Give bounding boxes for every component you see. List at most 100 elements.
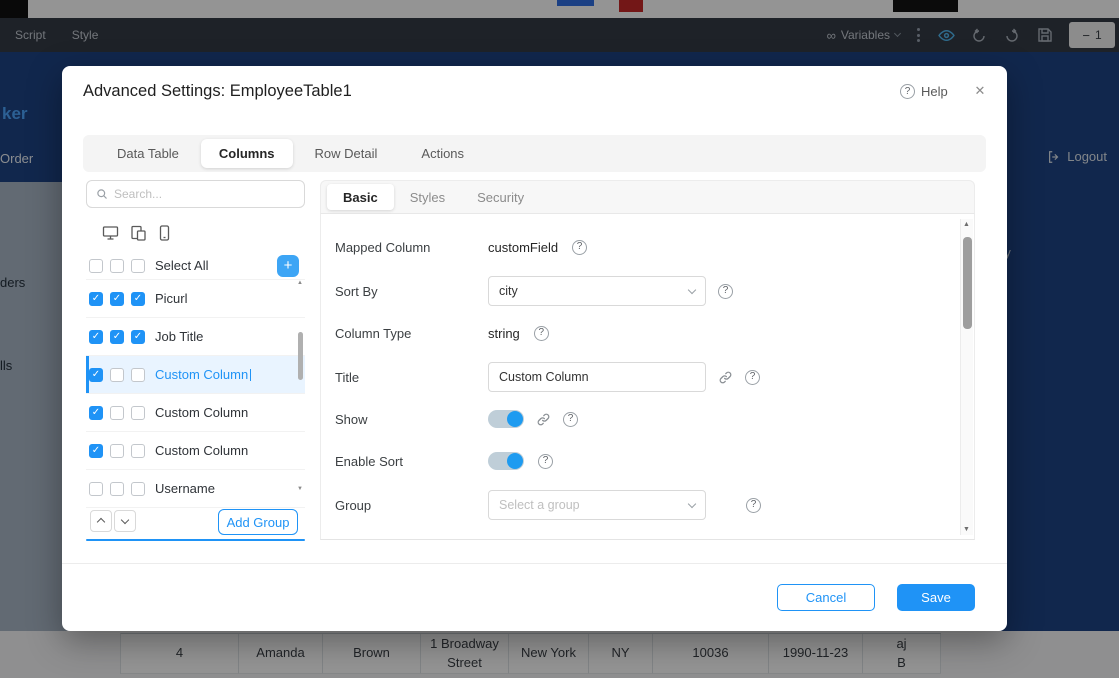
tab-basic[interactable]: Basic — [327, 184, 394, 210]
link-icon[interactable] — [718, 370, 733, 385]
checkbox[interactable] — [131, 482, 145, 496]
sort-by-select[interactable]: city — [488, 276, 706, 306]
chevron-down-icon — [688, 285, 696, 293]
question-icon[interactable] — [746, 498, 761, 513]
field-label: Enable Sort — [335, 454, 488, 469]
search-icon — [96, 188, 108, 200]
field-mapped-column: Mapped Column customField — [335, 232, 904, 262]
question-icon[interactable] — [534, 326, 549, 341]
save-button[interactable]: Save — [897, 584, 975, 611]
scroll-up-icon[interactable]: ▲ — [963, 221, 970, 228]
columns-panel: Select All Picurl Job Title Custom Column Cu… — [86, 180, 305, 542]
cancel-button[interactable]: Cancel — [777, 584, 875, 611]
checkbox[interactable] — [131, 368, 145, 382]
close-icon[interactable] — [970, 81, 990, 101]
group-select[interactable]: Select a group — [488, 490, 706, 520]
field-label: Sort By — [335, 284, 488, 299]
column-row[interactable]: Custom Column — [86, 432, 305, 470]
checkbox[interactable] — [110, 406, 124, 420]
checkbox[interactable] — [110, 482, 124, 496]
field-enable-sort: Enable Sort — [335, 446, 904, 476]
tab-data-table[interactable]: Data Table — [95, 139, 201, 168]
checkbox[interactable] — [89, 482, 103, 496]
column-row[interactable]: Select All — [86, 252, 305, 280]
link-icon[interactable] — [536, 412, 551, 427]
tab-row-detail[interactable]: Row Detail — [293, 139, 400, 168]
column-label: Custom Column — [155, 405, 248, 420]
chevron-down-icon — [121, 515, 129, 523]
question-icon[interactable] — [745, 370, 760, 385]
tab-actions[interactable]: Actions — [399, 139, 486, 168]
question-icon[interactable] — [718, 284, 733, 299]
question-icon[interactable] — [563, 412, 578, 427]
tab-security[interactable]: Security — [461, 184, 540, 210]
scroll-down-icon[interactable]: ▼ — [297, 486, 303, 492]
checkbox[interactable] — [131, 330, 145, 344]
search-box — [86, 180, 305, 208]
column-row[interactable]: Picurl — [86, 280, 305, 318]
settings-scrollbar[interactable]: ▲ ▼ — [960, 219, 973, 535]
tablet-icon[interactable] — [130, 225, 147, 241]
checkbox[interactable] — [89, 368, 103, 382]
column-row[interactable]: Username — [86, 470, 305, 508]
add-column-button[interactable] — [277, 255, 299, 277]
checkbox[interactable] — [89, 259, 103, 273]
settings-body: Mapped Column customField Sort By city C… — [320, 214, 975, 540]
checkbox[interactable] — [89, 330, 103, 344]
advanced-settings-modal: Advanced Settings: EmployeeTable1 Help D… — [62, 66, 1007, 631]
move-up-button[interactable] — [90, 510, 112, 532]
chevron-up-icon — [97, 518, 105, 526]
column-label: Select All — [155, 258, 208, 273]
checkbox[interactable] — [89, 406, 103, 420]
scrollbar-thumb[interactable] — [298, 332, 303, 380]
question-icon[interactable] — [572, 240, 587, 255]
checkbox[interactable] — [110, 368, 124, 382]
enable-sort-toggle[interactable] — [488, 452, 524, 470]
sort-by-value: city — [499, 284, 518, 298]
field-group: Group Select a group — [335, 490, 904, 520]
settings-panel: BasicStylesSecurity Mapped Column custom… — [320, 180, 975, 540]
title-input[interactable] — [488, 362, 706, 392]
mobile-icon[interactable] — [158, 225, 171, 241]
checkbox[interactable] — [131, 259, 145, 273]
column-type-value: string — [488, 326, 520, 341]
footer-divider — [62, 563, 1007, 564]
column-label: Custom Column — [155, 367, 251, 382]
scrollbar-thumb[interactable] — [963, 237, 972, 329]
columns-list: Select All Picurl Job Title Custom Column Cu… — [86, 252, 305, 508]
checkbox[interactable] — [89, 444, 103, 458]
tab-styles[interactable]: Styles — [394, 184, 461, 210]
column-row[interactable]: Custom Column — [86, 394, 305, 432]
column-label: Username — [155, 481, 215, 496]
scroll-down-icon[interactable]: ▼ — [963, 526, 970, 533]
chevron-down-icon — [688, 499, 696, 507]
question-icon[interactable] — [538, 454, 553, 469]
checkbox[interactable] — [131, 444, 145, 458]
field-title: Title — [335, 362, 904, 392]
question-icon — [900, 84, 915, 99]
checkbox[interactable] — [110, 259, 124, 273]
checkbox[interactable] — [110, 330, 124, 344]
checkbox[interactable] — [110, 444, 124, 458]
field-label: Mapped Column — [335, 240, 488, 255]
scroll-up-icon[interactable]: ▲ — [297, 280, 303, 286]
move-down-button[interactable] — [114, 510, 136, 532]
column-row[interactable]: Custom Column — [86, 356, 305, 394]
checkbox[interactable] — [89, 292, 103, 306]
column-label: Custom Column — [155, 443, 248, 458]
tab-columns[interactable]: Columns — [201, 139, 293, 168]
toggle-knob — [507, 453, 523, 469]
help-button[interactable]: Help — [900, 84, 948, 99]
show-toggle[interactable] — [488, 410, 524, 428]
page: ScriptStyle Variables 1 — [0, 0, 1119, 678]
checkbox[interactable] — [131, 406, 145, 420]
desktop-icon[interactable] — [102, 225, 119, 241]
columns-scrollbar[interactable]: ▲ ▼ — [297, 280, 304, 492]
checkbox[interactable] — [110, 292, 124, 306]
search-input[interactable] — [114, 187, 284, 201]
mapped-column-value: customField — [488, 240, 558, 255]
column-label: Job Title — [155, 329, 203, 344]
column-row[interactable]: Job Title — [86, 318, 305, 356]
add-group-button[interactable]: Add Group — [218, 509, 298, 535]
checkbox[interactable] — [131, 292, 145, 306]
